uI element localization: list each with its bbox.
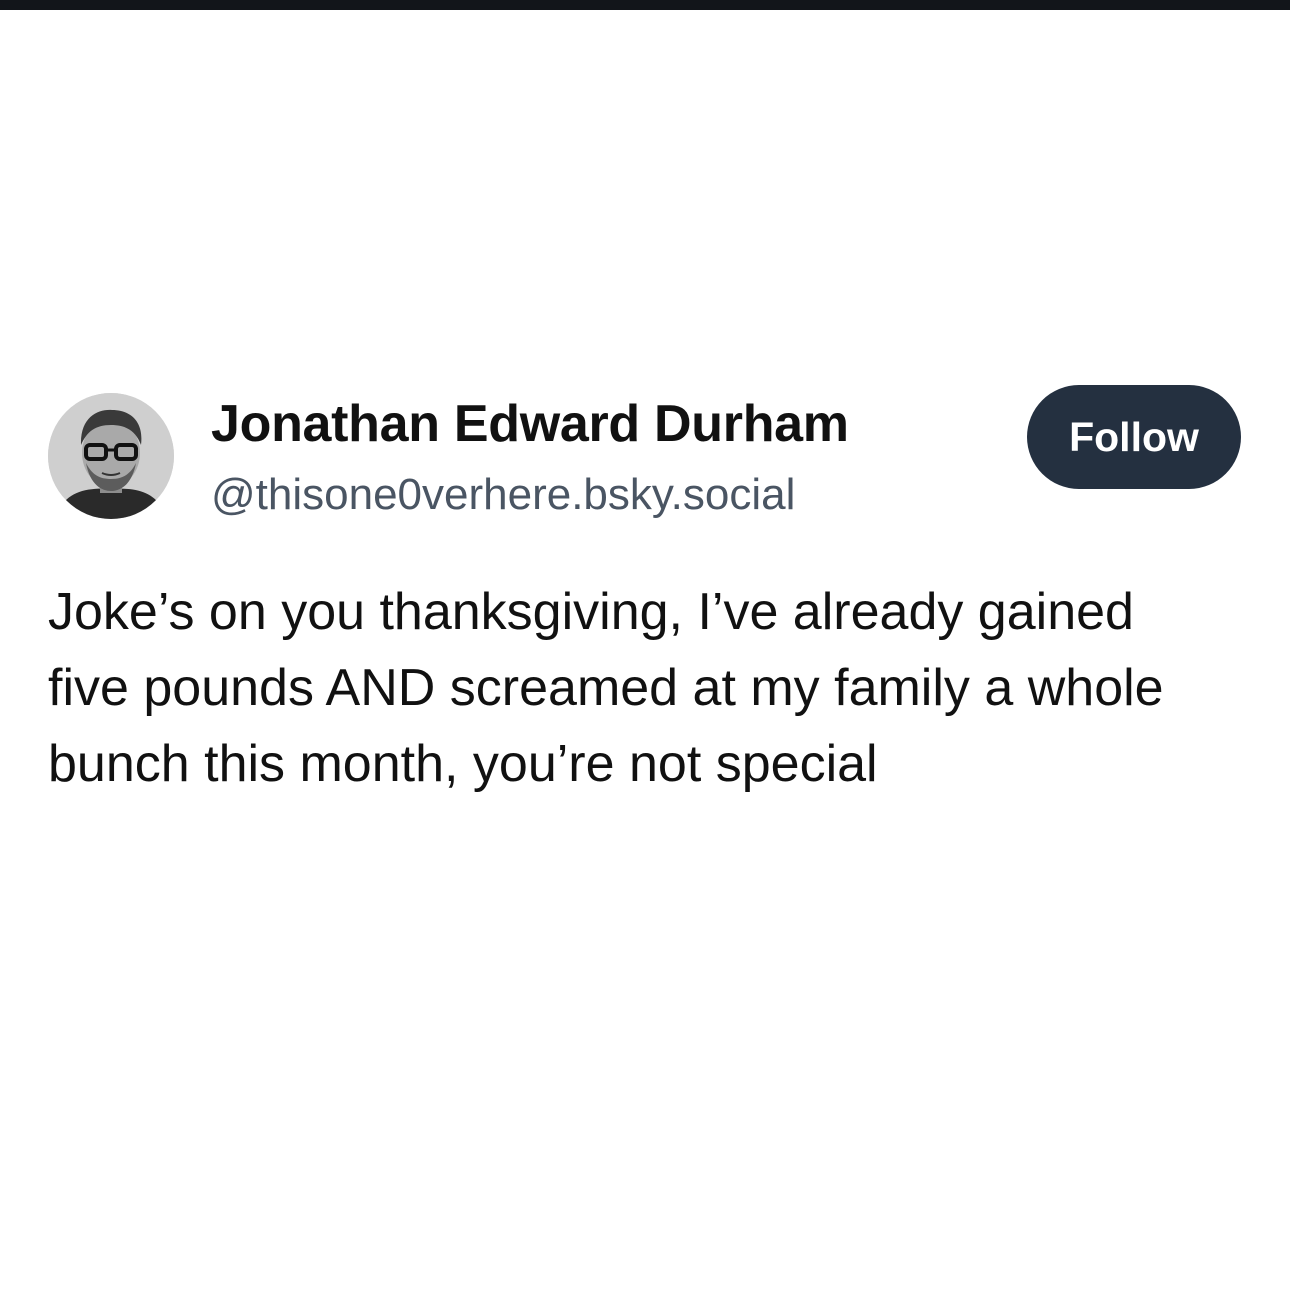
post-text: Joke’s on you thanksgiving, I’ve already… — [48, 583, 1164, 793]
post-screenshot: Jonathan Edward Durham @thisone0verhere.… — [0, 0, 1290, 1301]
author-handle[interactable]: @thisone0verhere.bsky.social — [211, 470, 795, 520]
post-header: Jonathan Edward Durham @thisone0verhere.… — [48, 384, 1248, 524]
author-name[interactable]: Jonathan Edward Durham — [211, 394, 849, 454]
post-card: Jonathan Edward Durham @thisone0verhere.… — [48, 384, 1248, 793]
top-bar — [0, 0, 1290, 10]
avatar-image — [48, 393, 174, 519]
follow-button[interactable]: Follow — [1027, 385, 1241, 489]
avatar[interactable] — [48, 393, 174, 519]
